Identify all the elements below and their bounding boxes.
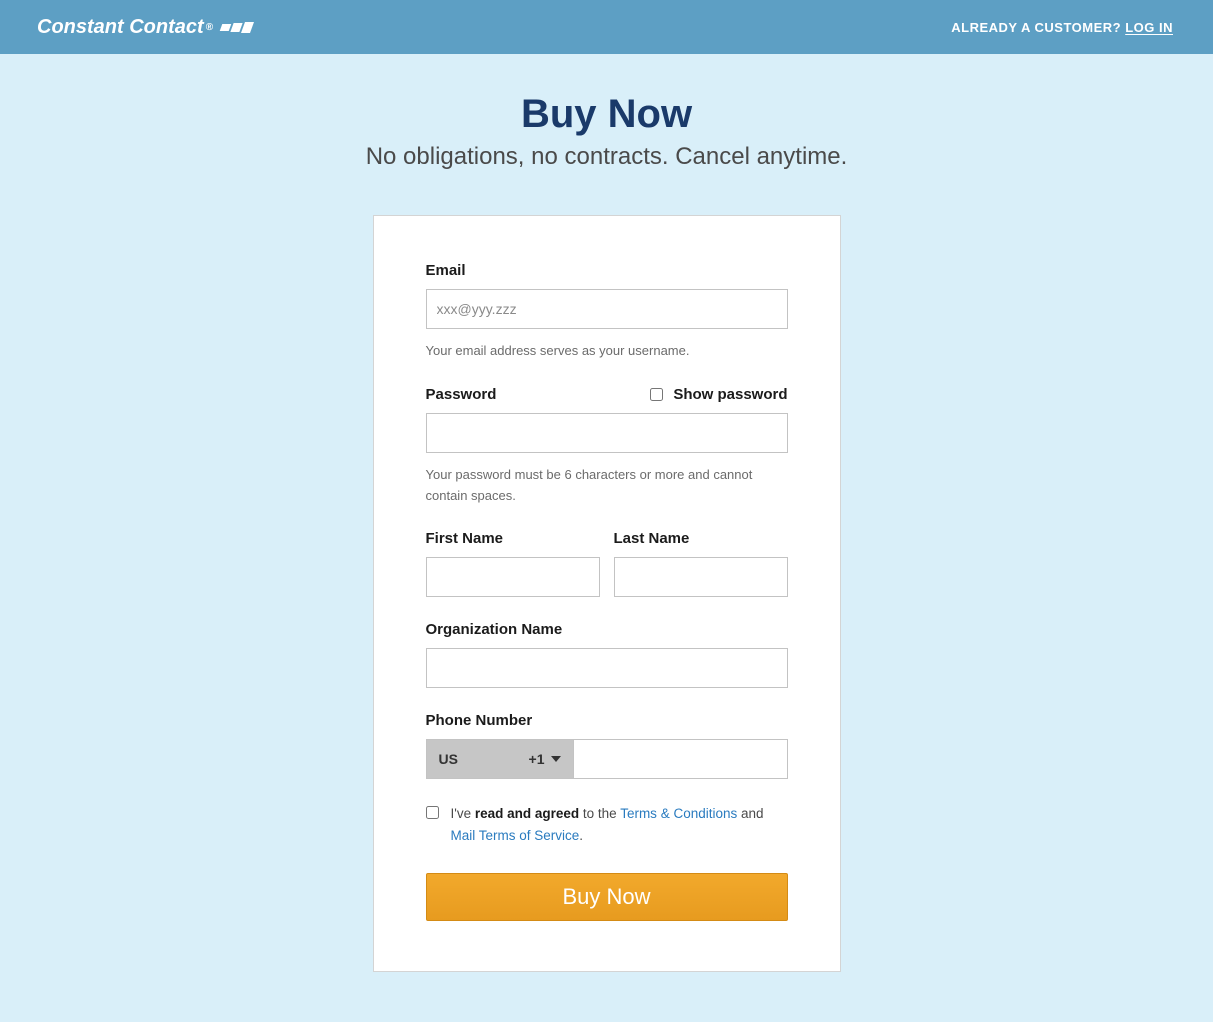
brand-mark-icon bbox=[221, 22, 252, 33]
brand-logo[interactable]: Constant Contact ® bbox=[37, 16, 252, 39]
field-email: Email Your email address serves as your … bbox=[426, 262, 788, 362]
phone-label: Phone Number bbox=[426, 712, 788, 729]
show-password-checkbox[interactable] bbox=[650, 388, 663, 401]
customer-prompt: ALREADY A CUSTOMER? bbox=[951, 20, 1121, 35]
dial-code: +1 bbox=[529, 751, 545, 767]
password-help: Your password must be 6 characters or mo… bbox=[426, 465, 788, 507]
first-name-input[interactable] bbox=[426, 557, 600, 597]
header-login-area: ALREADY A CUSTOMER? LOG IN bbox=[951, 20, 1173, 35]
email-help: Your email address serves as your userna… bbox=[426, 341, 788, 362]
show-password-label: Show password bbox=[673, 386, 787, 403]
last-name-input[interactable] bbox=[614, 557, 788, 597]
content: Buy Now No obligations, no contracts. Ca… bbox=[0, 54, 1213, 972]
email-input[interactable] bbox=[426, 289, 788, 329]
password-input[interactable] bbox=[426, 413, 788, 453]
first-name-label: First Name bbox=[426, 530, 600, 547]
organization-label: Organization Name bbox=[426, 621, 788, 638]
field-first-name: First Name bbox=[426, 530, 600, 597]
page-subtitle: No obligations, no contracts. Cancel any… bbox=[0, 143, 1213, 171]
buy-now-button[interactable]: Buy Now bbox=[426, 873, 788, 921]
country-code-value: US bbox=[439, 751, 458, 767]
organization-input[interactable] bbox=[426, 648, 788, 688]
email-label: Email bbox=[426, 262, 788, 279]
show-password-toggle[interactable]: Show password bbox=[650, 386, 787, 403]
terms-link[interactable]: Terms & Conditions bbox=[620, 806, 737, 821]
field-phone: Phone Number US +1 bbox=[426, 712, 788, 779]
page-title: Buy Now bbox=[0, 92, 1213, 137]
field-password: Password Show password Your password mus… bbox=[426, 386, 788, 507]
brand-name: Constant Contact bbox=[37, 16, 204, 39]
field-name-row: First Name Last Name bbox=[426, 530, 788, 597]
country-code-select[interactable]: US +1 bbox=[426, 739, 574, 779]
login-link[interactable]: LOG IN bbox=[1125, 20, 1173, 35]
header-bar: Constant Contact ® ALREADY A CUSTOMER? L… bbox=[0, 0, 1213, 54]
terms-agree-row: I've read and agreed to the Terms & Cond… bbox=[426, 803, 788, 846]
terms-agree-text: I've read and agreed to the Terms & Cond… bbox=[451, 803, 788, 846]
terms-agree-checkbox[interactable] bbox=[426, 806, 439, 819]
signup-card: Email Your email address serves as your … bbox=[373, 215, 841, 972]
mail-terms-link[interactable]: Mail Terms of Service bbox=[451, 828, 580, 843]
password-label: Password bbox=[426, 386, 497, 403]
field-last-name: Last Name bbox=[614, 530, 788, 597]
phone-input[interactable] bbox=[574, 739, 788, 779]
field-organization: Organization Name bbox=[426, 621, 788, 688]
last-name-label: Last Name bbox=[614, 530, 788, 547]
chevron-down-icon bbox=[551, 756, 561, 762]
